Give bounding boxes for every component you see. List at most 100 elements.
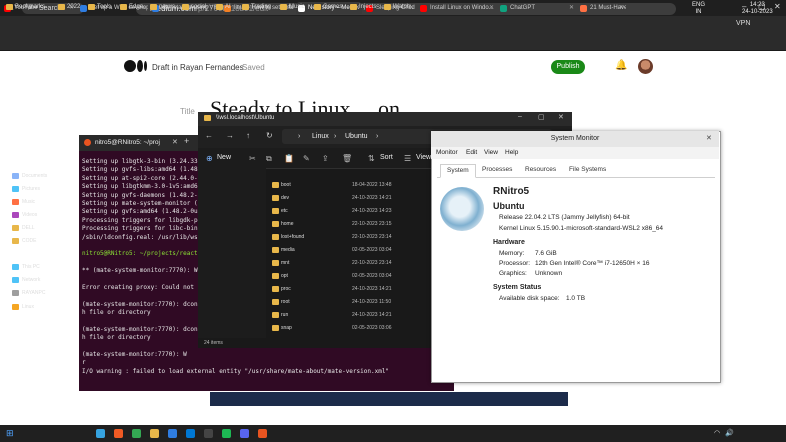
tab-close-icon[interactable]: ✕ [569,2,574,14]
folder-icon [272,208,279,214]
sidebar-item-label: Videos [22,212,37,218]
sidebar-item-icon [12,290,19,296]
new-button[interactable]: New [217,154,231,161]
bookmark-folder[interactable]: AI [216,3,231,12]
wifi-icon[interactable]: ◠ [714,429,720,437]
chrome-icon[interactable] [132,429,141,438]
file-row[interactable]: boot18-04-2022 13:48 [272,180,432,191]
terminal-tab-close-icon[interactable]: ✕ [172,138,178,146]
sidebar-item[interactable]: This PC [12,264,40,270]
folder-icon [242,4,249,10]
explorer-close-icon[interactable]: ✕ [558,113,564,121]
path-segment-ubuntu[interactable]: Ubuntu [345,133,368,140]
sysmon-tab[interactable]: File Systems [563,164,612,176]
sysmon-tab[interactable]: Processes [476,164,518,176]
explorer-status: 24 items [204,340,223,346]
bookmark-folder[interactable]: Games [314,3,342,12]
sort-button[interactable]: Sort [380,154,393,161]
file-row[interactable]: snap02-05-2023 03:06 [272,323,432,334]
back-arrow-icon[interactable]: ← [205,131,213,140]
file-row[interactable]: opt02-05-2023 03:04 [272,271,432,282]
file-date: 22-10-2023 23:15 [352,221,391,227]
bookmark-folder[interactable]: Music [280,3,305,12]
ubuntu-icon[interactable] [258,429,267,438]
cut-icon[interactable]: ✂ [249,154,256,163]
up-arrow-icon[interactable]: ↑ [246,131,250,140]
terminal-new-tab-button[interactable]: + [184,136,189,146]
bookmark-folder[interactable]: 2022 [58,3,80,12]
file-row[interactable]: home22-10-2023 23:15 [272,219,432,230]
spotify-icon[interactable] [222,429,231,438]
browser-tab[interactable]: Install Linux on Windo...✕ [418,2,496,14]
forward-arrow-icon[interactable]: → [226,131,234,140]
brave-icon[interactable] [114,429,123,438]
bell-icon[interactable]: 🔔 [615,60,627,71]
close-icon[interactable]: ✕ [774,2,781,11]
bookmark-folder[interactable]: Edge [120,3,143,12]
file-name: boot [281,182,291,188]
file-row[interactable]: media02-05-2023 03:04 [272,245,432,256]
browser-tab[interactable]: ChatGPT✕ [498,2,576,14]
language-indicator[interactable]: ENG IN [692,2,705,16]
file-row[interactable]: proc24-10-2023 14:21 [272,284,432,295]
sidebar-item[interactable]: RAYANPC [12,290,45,296]
vscode-icon[interactable] [168,429,177,438]
explorer-maximize-icon[interactable]: ▢ [538,113,545,121]
refresh-icon[interactable]: ↻ [266,131,273,140]
browser-tab[interactable]: 21 Must-Have Apps fo...✕ [578,2,626,14]
path-segment-linux[interactable]: Linux [312,133,329,140]
sidebar-item[interactable]: DELL [12,225,35,231]
sysmon-tab[interactable]: System [440,164,476,178]
sidebar-item[interactable]: Linux [12,304,34,310]
bookmark-folder[interactable]: Injects [350,3,376,12]
taskbar-clock[interactable]: 14:23 24-10-2023 [742,2,773,16]
file-row[interactable]: root24-10-2023 11:50 [272,297,432,308]
publish-button[interactable]: Publish [551,60,585,74]
path-chevron-icon: › [334,133,336,140]
sidebar-item[interactable]: CODE [12,238,36,244]
bookmark-folder[interactable]: Bookmarks [6,3,45,12]
terminal-tab-title[interactable]: nitro5@RNitro5: ~/proj [95,139,160,146]
tab-close-icon[interactable]: ✕ [619,2,624,14]
folder-icon [150,4,157,10]
sysmon-tab[interactable]: Resources [519,164,562,176]
windows-start-icon[interactable]: ⊞ [6,428,14,439]
sidebar-item[interactable]: Documents [12,173,47,179]
bookmark-folder[interactable]: Trading [242,3,271,12]
delete-icon[interactable]: 🗑 [342,154,352,163]
avatar[interactable] [638,59,653,74]
sysmon-menu-item[interactable]: Help [505,149,518,156]
volume-icon[interactable]: 🔊 [725,429,734,437]
tab-close-icon[interactable]: ✕ [489,2,494,14]
vpn-badge[interactable]: VPN [736,20,750,27]
file-row[interactable]: lost+found22-10-2023 23:14 [272,232,432,243]
bookmark-folder[interactable]: nexus [150,3,175,12]
explorer-minimize-icon[interactable]: – [518,113,522,120]
store-icon[interactable] [186,429,195,438]
sysmon-menu-item[interactable]: Monitor [436,149,458,156]
bookmark-folder[interactable]: Watch [384,3,410,12]
file-row[interactable]: mnt22-10-2023 23:14 [272,258,432,269]
discord-icon[interactable] [240,429,249,438]
view-button[interactable]: View [416,154,431,161]
copy-icon[interactable]: ⧉ [266,154,272,164]
bookmark-label: nexus [159,4,175,10]
sysmon-close-icon[interactable]: ✕ [706,134,712,142]
sidebar-item[interactable]: Music [12,199,35,205]
bookmark-folder[interactable]: Tools [88,3,111,12]
sidebar-item[interactable]: Network [12,277,40,283]
sidebar-item[interactable]: Videos [12,212,37,218]
files-icon[interactable] [150,429,159,438]
share-icon[interactable]: ⇪ [322,154,329,163]
sysmon-menu-item[interactable]: Edit [466,149,477,156]
paste-icon[interactable]: 📋 [284,154,294,163]
sidebar-item[interactable]: Pictures [12,186,40,192]
rename-icon[interactable]: ✎ [303,154,310,163]
terminal-icon[interactable] [204,429,213,438]
file-row[interactable]: run24-10-2023 14:21 [272,310,432,321]
sysmon-menu-item[interactable]: View [484,149,498,156]
bookmark-folder[interactable]: social [182,3,206,12]
file-row[interactable]: etc24-10-2023 14:23 [272,206,432,217]
file-row[interactable]: dev24-10-2023 14:21 [272,193,432,204]
edge-icon[interactable] [96,429,105,438]
